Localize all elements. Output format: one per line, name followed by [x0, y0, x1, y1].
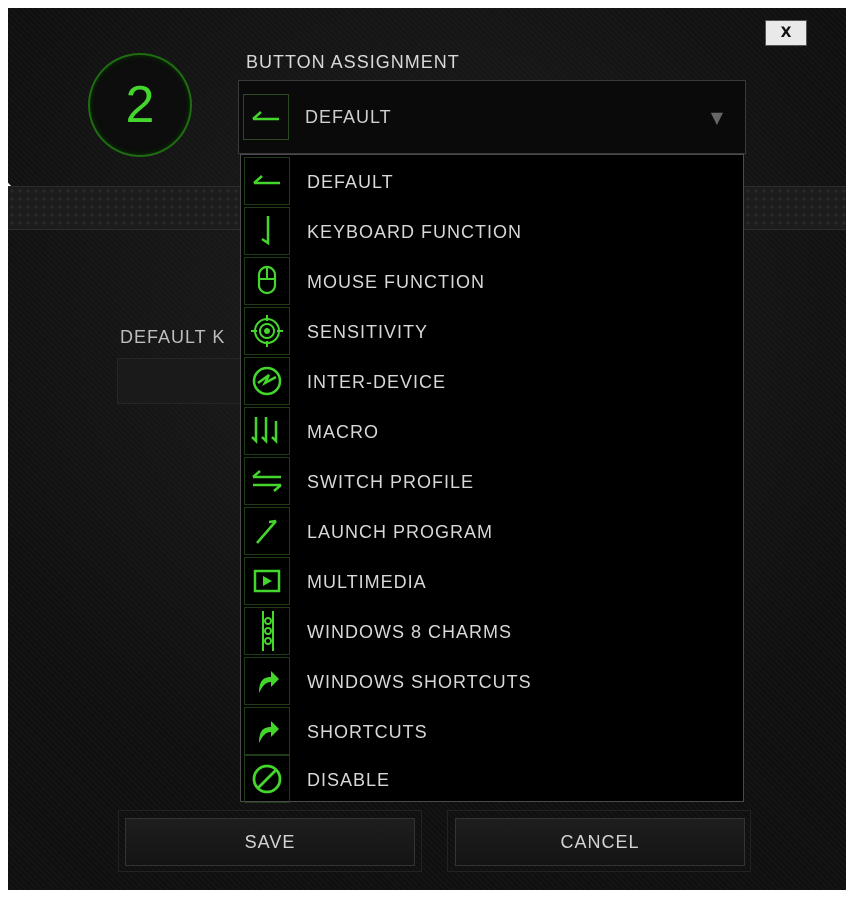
option-disable[interactable]: DISABLE	[241, 755, 743, 805]
option-macro[interactable]: MACRO	[241, 407, 743, 457]
default-key-field[interactable]	[117, 358, 241, 404]
default-arrow-icon	[243, 94, 289, 140]
disable-icon	[244, 755, 290, 803]
option-mouse-function[interactable]: MOUSE FUNCTION	[241, 257, 743, 307]
charms-icon	[244, 607, 290, 655]
crosshair-icon	[244, 307, 290, 355]
selected-value: DEFAULT	[305, 106, 392, 127]
assignment-dropdown: DEFAULT KEYBOARD FUNCTION MOUSE FUNCTION…	[240, 154, 744, 805]
launch-icon	[244, 507, 290, 555]
option-inter-device[interactable]: INTER-DEVICE	[241, 357, 743, 407]
option-launch-program[interactable]: LAUNCH PROGRAM	[241, 507, 743, 557]
option-label: MACRO	[307, 421, 379, 442]
save-button[interactable]: SAVE	[125, 818, 415, 866]
option-label: WINDOWS 8 CHARMS	[307, 621, 512, 642]
inter-device-icon	[244, 357, 290, 405]
shortcut-arrow-icon	[244, 707, 290, 755]
default-arrow-icon	[244, 157, 290, 205]
option-label: WINDOWS SHORTCUTS	[307, 671, 532, 692]
option-label: KEYBOARD FUNCTION	[307, 221, 523, 242]
assignment-select[interactable]: DEFAULT ▼	[238, 80, 746, 154]
cancel-button[interactable]: CANCEL	[455, 818, 745, 866]
macro-icon	[244, 407, 290, 455]
option-shortcuts[interactable]: SHORTCUTS	[241, 707, 743, 757]
switch-arrows-icon	[244, 457, 290, 505]
dialog-title: BUTTON ASSIGNMENT	[246, 52, 460, 72]
option-keyboard-function[interactable]: KEYBOARD FUNCTION	[241, 207, 743, 257]
option-label: INTER-DEVICE	[307, 371, 447, 392]
option-label: SHORTCUTS	[307, 721, 428, 742]
option-label: MOUSE FUNCTION	[307, 271, 485, 292]
option-label: SWITCH PROFILE	[307, 471, 475, 492]
option-switch-profile[interactable]: SWITCH PROFILE	[241, 457, 743, 507]
mouse-icon	[244, 257, 290, 305]
option-label: SENSITIVITY	[307, 321, 429, 342]
keyboard-function-icon	[244, 207, 290, 255]
option-label: DEFAULT	[307, 171, 394, 192]
button-number-badge: 2	[88, 53, 192, 157]
option-windows-8-charms[interactable]: WINDOWS 8 CHARMS	[241, 607, 743, 657]
option-label: DISABLE	[307, 769, 391, 790]
option-multimedia[interactable]: MULTIMEDIA	[241, 557, 743, 607]
option-default[interactable]: DEFAULT	[241, 157, 743, 207]
play-icon	[244, 557, 290, 605]
close-button[interactable]: X	[765, 20, 807, 46]
option-sensitivity[interactable]: SENSITIVITY	[241, 307, 743, 357]
option-label: MULTIMEDIA	[307, 571, 427, 592]
option-label: LAUNCH PROGRAM	[307, 521, 494, 542]
default-key-label: DEFAULT K	[120, 327, 226, 347]
option-windows-shortcuts[interactable]: WINDOWS SHORTCUTS	[241, 657, 743, 707]
chevron-down-icon[interactable]: ▼	[711, 108, 723, 127]
shortcut-arrow-icon	[244, 657, 290, 705]
